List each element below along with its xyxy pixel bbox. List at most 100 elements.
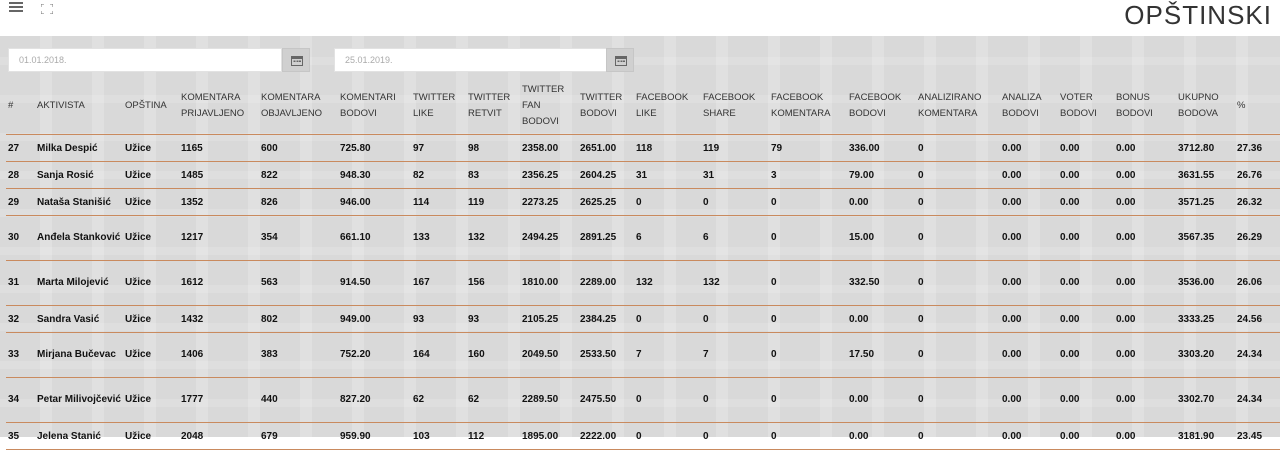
- column-header[interactable]: BONUS BODOVI: [1114, 78, 1176, 135]
- table-cell: 27: [6, 134, 35, 162]
- column-header[interactable]: VOTER BODOVI: [1058, 78, 1114, 135]
- table-cell: 160: [466, 332, 520, 378]
- column-header[interactable]: TWITTER RETVIT: [466, 78, 520, 135]
- table-cell: 0.00: [1000, 422, 1058, 450]
- column-header[interactable]: FACEBOOK SHARE: [701, 78, 769, 135]
- column-header[interactable]: ANALIZA BODOVI: [1000, 78, 1058, 135]
- table-cell: 0.00: [1058, 377, 1114, 423]
- table-cell: 946.00: [338, 188, 411, 216]
- date-from-input[interactable]: 01.01.2018.: [8, 48, 282, 72]
- table-cell: Anđela Stanković: [35, 215, 123, 261]
- table-cell: 0.00: [1000, 188, 1058, 216]
- calendar-icon: [615, 56, 627, 66]
- table-cell: 0.00: [1058, 161, 1114, 189]
- date-to-input[interactable]: 25.01.2019.: [334, 48, 608, 72]
- table-cell: 0: [634, 188, 701, 216]
- table-row[interactable]: 28 Sanja Rosić Užice 1485 822 948.30 82 83 2356.…: [6, 161, 1280, 189]
- table-cell: Nataša Stanišić: [35, 188, 123, 216]
- table-cell: 0: [916, 188, 1000, 216]
- table-row[interactable]: 35 Jelena Stanić Užice 2048 679 959.90 103 112 1…: [6, 422, 1280, 450]
- column-header[interactable]: TWITTER BODOVI: [578, 78, 634, 135]
- table-cell: 164: [411, 332, 466, 378]
- table-row[interactable]: 33 Mirjana Bučevac Užice 1406 383 752.20 164 16…: [6, 332, 1280, 378]
- table-cell: 6: [634, 215, 701, 261]
- table-cell: 119: [466, 188, 520, 216]
- table-cell: 0.00: [847, 377, 916, 423]
- table-row[interactable]: 27 Milka Despić Užice 1165 600 725.80 97 98 2358…: [6, 134, 1280, 162]
- table-cell: 3302.70: [1176, 377, 1235, 423]
- table-cell: 132: [634, 260, 701, 306]
- table-cell: 600: [259, 134, 338, 162]
- table-cell: 948.30: [338, 161, 411, 189]
- table-cell: Užice: [123, 134, 179, 162]
- table-cell: 332.50: [847, 260, 916, 306]
- date-to-calendar-button[interactable]: [606, 48, 634, 72]
- table-cell: 31: [6, 260, 35, 306]
- table-row[interactable]: 29 Nataša Stanišić Užice 1352 826 946.00 114 11…: [6, 188, 1280, 216]
- table-cell: 0.00: [1058, 215, 1114, 261]
- table-row[interactable]: 30 Anđela Stanković Užice 1217 354 661.10 133 1…: [6, 215, 1280, 261]
- table-cell: 2273.25: [520, 188, 578, 216]
- table-cell: 93: [411, 305, 466, 333]
- table-cell: 2533.50: [578, 332, 634, 378]
- table-cell: 156: [466, 260, 520, 306]
- column-header[interactable]: UKUPNO BODOVA: [1176, 78, 1235, 135]
- date-from-calendar-button[interactable]: [282, 48, 310, 72]
- table-cell: 119: [701, 134, 769, 162]
- table-cell: 0.00: [1000, 332, 1058, 378]
- column-header[interactable]: ANALIZIRANO KOMENTARA: [916, 78, 1000, 135]
- table-cell: 2384.25: [578, 305, 634, 333]
- table-cell: 2049.50: [520, 332, 578, 378]
- column-header[interactable]: #: [6, 78, 35, 135]
- table-cell: Mirjana Bučevac: [35, 332, 123, 378]
- column-header[interactable]: TWITTER FAN BODOVI: [520, 78, 578, 135]
- table-cell: 26.29: [1235, 215, 1280, 261]
- table-cell: 103: [411, 422, 466, 450]
- table-cell: 1432: [179, 305, 259, 333]
- column-header[interactable]: KOMENTARA OBJAVLJENO: [259, 78, 338, 135]
- column-header[interactable]: AKTIVISTA: [35, 78, 123, 135]
- column-header[interactable]: FACEBOOK KOMENTARA: [769, 78, 847, 135]
- table-cell: 0.00: [1000, 134, 1058, 162]
- column-header[interactable]: %: [1235, 78, 1280, 135]
- table-cell: Petar Milivojčević: [35, 377, 123, 423]
- table-cell: 0: [916, 377, 1000, 423]
- table-cell: 0.00: [1114, 332, 1176, 378]
- table-cell: 0.00: [1114, 422, 1176, 450]
- table-cell: 3536.00: [1176, 260, 1235, 306]
- table-cell: 7: [701, 332, 769, 378]
- table-cell: 0.00: [1000, 305, 1058, 333]
- column-header[interactable]: OPŠTINA: [123, 78, 179, 135]
- table-row[interactable]: 34 Petar Milivojčević Užice 1777 440 827.20 62…: [6, 377, 1280, 423]
- table-cell: 133: [411, 215, 466, 261]
- table-cell: Užice: [123, 332, 179, 378]
- table-cell: 0.00: [1114, 377, 1176, 423]
- table-cell: 3303.20: [1176, 332, 1235, 378]
- table-row[interactable]: 32 Sandra Vasić Užice 1432 802 949.00 93 93 2105…: [6, 305, 1280, 333]
- table-cell: 2651.00: [578, 134, 634, 162]
- table-cell: 3181.90: [1176, 422, 1235, 450]
- table-cell: 98: [466, 134, 520, 162]
- table-row[interactable]: 31 Marta Milojević Užice 1612 563 914.50 167 15…: [6, 260, 1280, 306]
- column-header[interactable]: KOMENTARA PRIJAVLJENO: [179, 78, 259, 135]
- table-cell: 30: [6, 215, 35, 261]
- table-body: 27 Milka Despić Užice 1165 600 725.80 97 98 2358…: [6, 134, 1280, 450]
- fullscreen-icon[interactable]: [40, 1, 54, 15]
- table-cell: 2891.25: [578, 215, 634, 261]
- table-cell: 1165: [179, 134, 259, 162]
- table-cell: 24.56: [1235, 305, 1280, 333]
- table-cell: 0: [634, 305, 701, 333]
- column-header[interactable]: FACEBOOK BODOVI: [847, 78, 916, 135]
- column-header[interactable]: KOMENTARI BODOVI: [338, 78, 411, 135]
- column-header[interactable]: FACEBOOK LIKE: [634, 78, 701, 135]
- table-cell: 827.20: [338, 377, 411, 423]
- table-cell: 1485: [179, 161, 259, 189]
- table-cell: 114: [411, 188, 466, 216]
- column-header[interactable]: TWITTER LIKE: [411, 78, 466, 135]
- table-cell: 29: [6, 188, 35, 216]
- table-cell: 31: [634, 161, 701, 189]
- table-cell: 1612: [179, 260, 259, 306]
- table-cell: 35: [6, 422, 35, 450]
- menu-icon[interactable]: [9, 2, 23, 12]
- table-cell: 2356.25: [520, 161, 578, 189]
